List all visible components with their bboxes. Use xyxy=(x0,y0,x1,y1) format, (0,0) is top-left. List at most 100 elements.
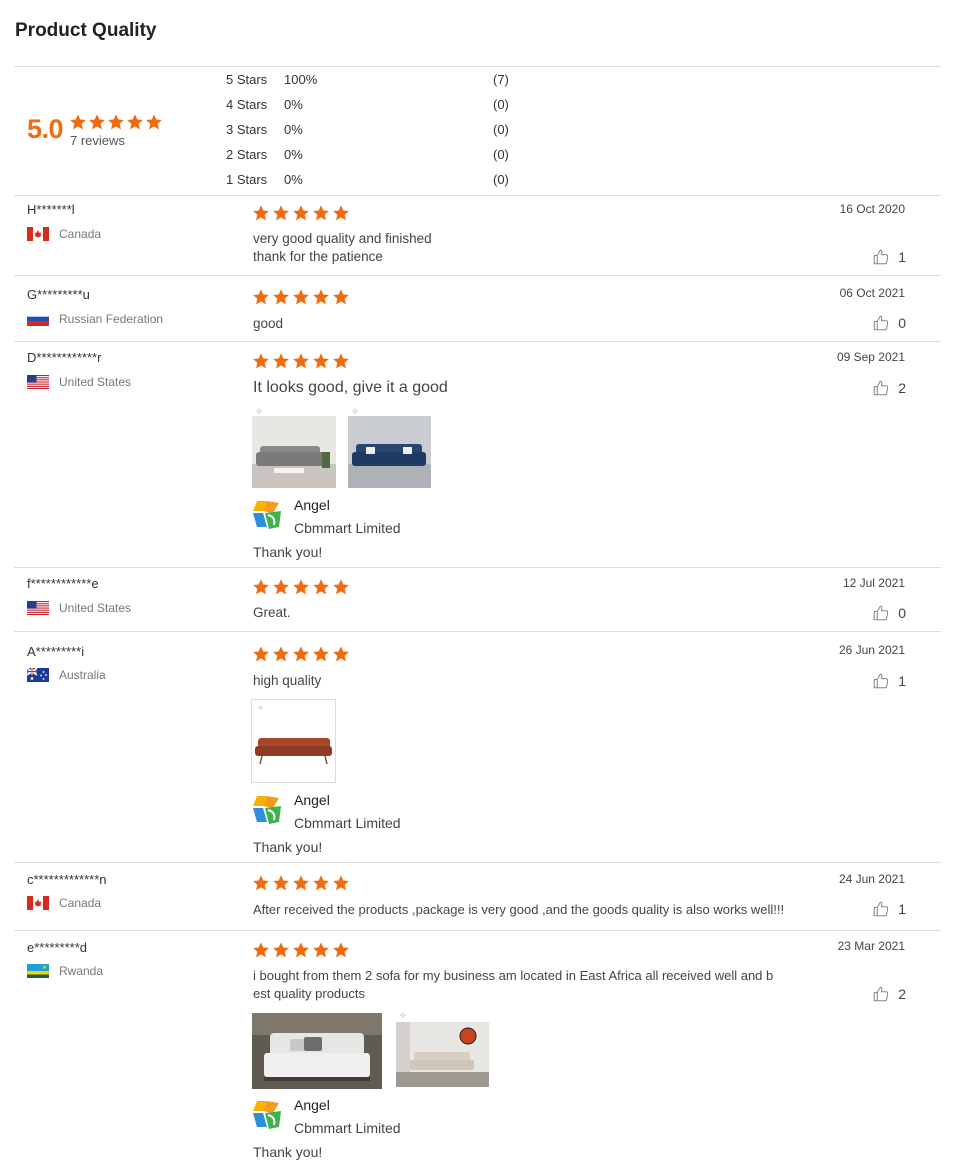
seller-reply: Thank you! xyxy=(253,544,323,560)
star-icon xyxy=(252,352,270,370)
star-icon xyxy=(312,874,330,892)
star-icon xyxy=(332,874,350,892)
star-icon xyxy=(292,941,310,959)
star-icon xyxy=(312,578,330,596)
review-item: G*********u Russian Federation 06 Oct 20… xyxy=(14,275,941,341)
reviewer-country: Australia xyxy=(27,668,106,682)
star-icon xyxy=(252,941,270,959)
review-text: very good quality and finished thank for… xyxy=(253,230,432,266)
star-icon xyxy=(332,645,350,663)
stars-count: (0) xyxy=(493,122,509,137)
star-icon xyxy=(69,113,87,131)
seller-reply: Thank you! xyxy=(253,839,323,855)
star-icon xyxy=(272,874,290,892)
star-icon xyxy=(312,288,330,306)
seller-logo-icon xyxy=(251,1097,285,1131)
review-photo[interactable] xyxy=(396,1022,489,1087)
country-name: United States xyxy=(59,601,132,615)
seller-company: Cbmmart Limited xyxy=(294,1120,401,1136)
brown-sofa-photo: ⟡ xyxy=(252,700,335,782)
stars-count: (7) xyxy=(493,72,509,87)
like-button[interactable]: 0 xyxy=(872,604,906,622)
review-item: H*******l Canada 16 Oct 2020 very good q… xyxy=(14,195,941,275)
review-text-line: thank for the patience xyxy=(253,249,383,264)
summary-stars xyxy=(69,113,163,131)
star-icon xyxy=(292,352,310,370)
reviewer-country: Canada xyxy=(27,896,101,910)
star-icon xyxy=(272,578,290,596)
star-icon xyxy=(332,352,350,370)
seller-company: Cbmmart Limited xyxy=(294,815,401,831)
star-icon xyxy=(252,204,270,222)
review-item: D************r United States 09 Sep 2021… xyxy=(14,341,941,567)
like-count: 1 xyxy=(898,249,906,265)
reviewer-country: Canada xyxy=(27,227,101,241)
review-photo[interactable] xyxy=(252,1013,382,1089)
like-button[interactable]: 1 xyxy=(872,248,906,266)
review-photo[interactable]: ⟡ xyxy=(251,699,336,783)
seller-name: Angel xyxy=(294,497,330,513)
reviewer-name: f************e xyxy=(27,576,99,591)
review-text-line: good xyxy=(253,316,284,331)
review-stars xyxy=(252,578,350,596)
star-icon xyxy=(332,204,350,222)
review-photo[interactable] xyxy=(348,416,431,488)
stars-label: 2 Stars xyxy=(226,147,268,162)
stars-percent: 0% xyxy=(284,172,303,187)
like-count: 2 xyxy=(898,380,906,396)
like-button[interactable]: 0 xyxy=(872,314,906,332)
review-item: A*********i Australia 26 Jun 2021 high q… xyxy=(14,631,941,862)
blue-sofa-photo xyxy=(348,416,431,488)
white-sofa-photo xyxy=(252,1013,382,1089)
like-button[interactable]: 2 xyxy=(872,379,906,397)
star-icon xyxy=(292,874,310,892)
canada-flag-icon xyxy=(27,896,49,910)
gray-sofa-photo xyxy=(252,416,336,488)
like-button[interactable]: 1 xyxy=(872,900,906,918)
like-count: 0 xyxy=(898,605,906,621)
stars-percent: 0% xyxy=(284,122,303,137)
star-icon xyxy=(145,113,163,131)
thumbs-up-icon xyxy=(872,379,890,397)
review-text-line: After received the products ,package is … xyxy=(253,902,785,917)
russia-flag-icon xyxy=(27,312,49,326)
star-icon xyxy=(332,941,350,959)
star-icon xyxy=(88,113,106,131)
review-text-line: i bought from them 2 sofa for my busines… xyxy=(253,968,774,983)
seller-name: Angel xyxy=(294,1097,330,1113)
review-text-line: very good quality and finished xyxy=(253,231,432,246)
reviewer-name: A*********i xyxy=(27,644,85,659)
review-photo[interactable] xyxy=(252,416,336,488)
reviewer-name: c*************n xyxy=(27,872,107,887)
review-stars xyxy=(252,352,350,370)
review-date: 12 Jul 2021 xyxy=(842,576,905,590)
star-icon xyxy=(107,113,125,131)
stars-count: (0) xyxy=(493,97,509,112)
reviewer-country: United States xyxy=(27,601,131,615)
review-stars xyxy=(252,941,350,959)
star-icon xyxy=(292,288,310,306)
seller-reply: Thank you! xyxy=(253,1144,323,1160)
review-item: c*************n Canada 24 Jun 2021 After… xyxy=(14,862,941,930)
review-date: 26 Jun 2021 xyxy=(838,643,905,657)
review-count: 7 reviews xyxy=(70,133,125,148)
thumbs-up-icon xyxy=(872,900,890,918)
like-button[interactable]: 1 xyxy=(872,672,906,690)
country-name: Rwanda xyxy=(59,964,104,978)
star-icon xyxy=(312,204,330,222)
stars-label: 4 Stars xyxy=(226,97,268,112)
country-name: Australia xyxy=(59,668,106,682)
review-stars xyxy=(252,874,350,892)
review-text: i bought from them 2 sofa for my busines… xyxy=(253,967,773,1003)
review-text: Great. xyxy=(253,604,291,622)
usa-flag-icon xyxy=(27,375,49,389)
reviewer-name: G*********u xyxy=(27,287,90,302)
like-button[interactable]: 2 xyxy=(872,985,906,1003)
stars-label: 1 Stars xyxy=(226,172,268,187)
svg-text:⟡: ⟡ xyxy=(258,703,264,712)
divider xyxy=(14,66,941,67)
review-text: high quality xyxy=(253,672,321,690)
star-icon xyxy=(272,204,290,222)
star-icon xyxy=(252,874,270,892)
seller-company: Cbmmart Limited xyxy=(294,520,401,536)
